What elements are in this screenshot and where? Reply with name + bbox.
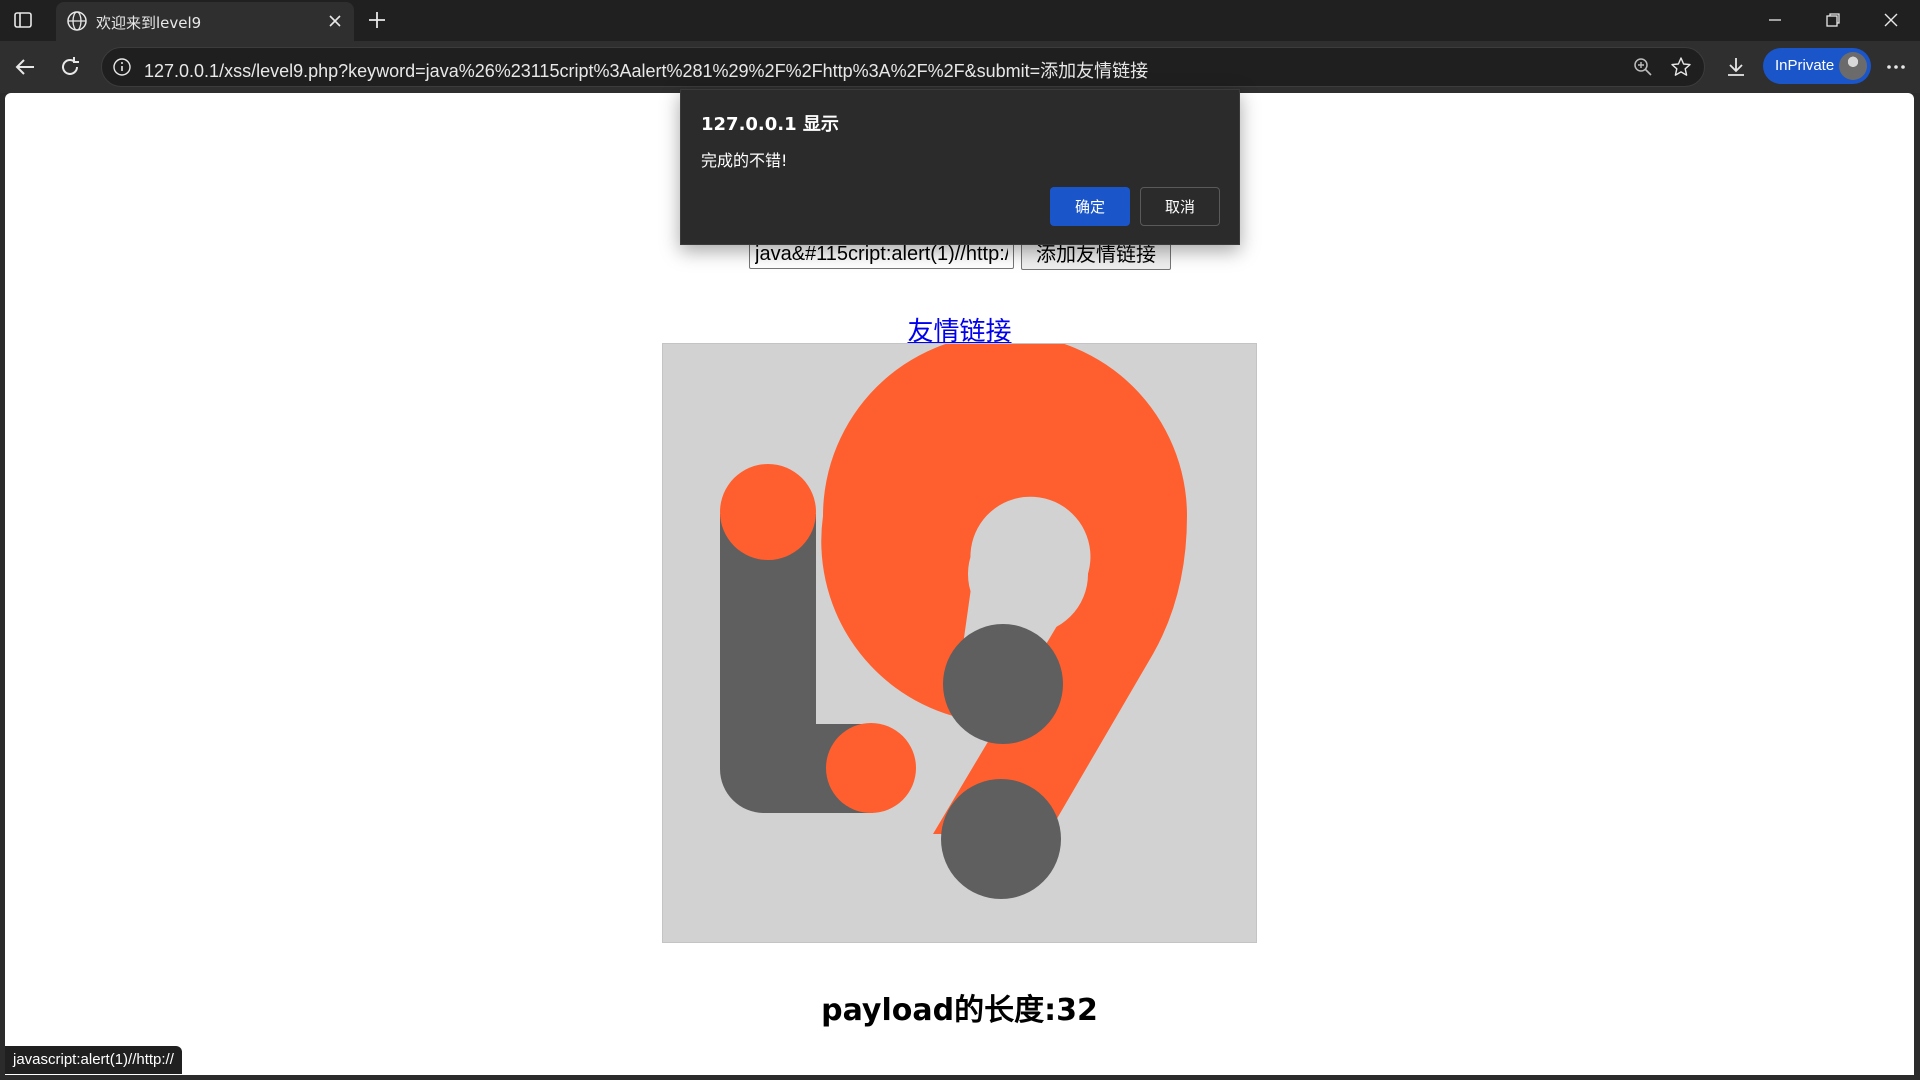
address-bar[interactable]: 127.0.0.1/xss/level9.php?keyword=java%26… [101, 47, 1705, 87]
back-arrow-icon[interactable] [12, 54, 38, 80]
level9-logo-image [662, 334, 1257, 943]
status-tooltip: javascript:alert(1)//http:// [5, 1046, 182, 1074]
more-icon[interactable] [1883, 54, 1909, 80]
logo-orange-dot-top [720, 464, 816, 560]
refresh-icon[interactable] [57, 54, 83, 80]
download-icon[interactable] [1723, 54, 1749, 80]
cancel-button[interactable]: 取消 [1140, 187, 1220, 226]
sidebar-icon[interactable] [12, 10, 34, 30]
star-icon[interactable] [1670, 56, 1692, 78]
avatar [1839, 52, 1867, 80]
logo-orange-dot-bottom [826, 723, 916, 813]
browser-titlebar: 欢迎来到level9 [0, 0, 1920, 41]
alert-dialog: 127.0.0.1 显示 完成的不错! 确定 取消 [680, 89, 1240, 245]
browser-toolbar: 127.0.0.1/xss/level9.php?keyword=java%26… [0, 41, 1920, 93]
zoom-icon[interactable] [1632, 56, 1654, 78]
payload-length: payload的长度:32 [821, 993, 1098, 1028]
close-icon[interactable] [326, 12, 344, 30]
close-window-icon[interactable] [1881, 10, 1901, 30]
inprivate-button[interactable]: InPrivate [1763, 48, 1871, 84]
tab-title: 欢迎来到level9 [96, 14, 202, 32]
globe-icon [66, 10, 88, 32]
info-icon[interactable] [112, 57, 132, 77]
browser-tab[interactable]: 欢迎来到level9 [56, 2, 354, 41]
logo-nine-hole [968, 514, 1088, 634]
restore-icon[interactable] [1823, 10, 1843, 30]
logo-gray-dot-bottom [941, 779, 1061, 899]
url-text[interactable]: 127.0.0.1/xss/level9.php?keyword=java%26… [144, 57, 1148, 83]
minimize-icon[interactable] [1765, 10, 1785, 30]
logo-gray-dot-middle [943, 624, 1063, 744]
dialog-message: 完成的不错! [701, 151, 788, 170]
plus-icon[interactable] [366, 9, 388, 31]
ok-button[interactable]: 确定 [1050, 187, 1130, 226]
inprivate-label: InPrivate [1775, 57, 1835, 74]
dialog-title: 127.0.0.1 显示 [701, 114, 839, 135]
